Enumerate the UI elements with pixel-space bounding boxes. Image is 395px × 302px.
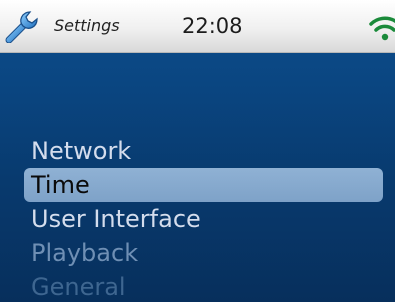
menu-item-time[interactable]: Time [24,168,383,202]
menu-item-user-interface[interactable]: User Interface [0,202,395,236]
clock: 22:08 [182,14,243,38]
status-bar: Settings 22:08 [0,0,395,53]
menu-item-playback[interactable]: Playback [0,236,395,270]
wifi-icon [369,16,395,41]
device-screen: Settings 22:08 Network Time User Interfa… [0,0,395,302]
wrench-icon [5,11,38,43]
app-name: Settings [54,16,120,35]
menu-item-general[interactable]: General [0,270,395,302]
settings-menu: Network Time User Interface Playback Gen… [0,134,395,302]
menu-item-network[interactable]: Network [0,134,395,168]
